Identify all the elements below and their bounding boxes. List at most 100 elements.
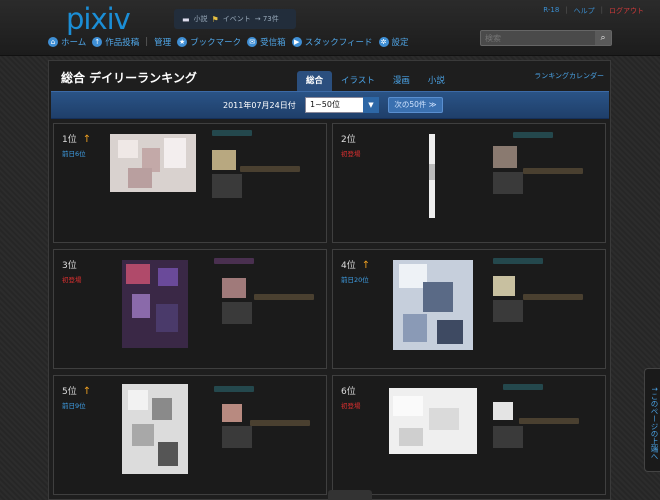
previous-rank: 前日20位 <box>341 276 369 284</box>
thumbnail-placeholder <box>212 174 242 198</box>
artwork-title[interactable] <box>214 386 254 392</box>
nav-feed[interactable]: ▶ スタックフィード <box>291 36 373 48</box>
artwork-title[interactable] <box>503 384 543 390</box>
ranking-tabs: 総合 イラスト 漫画 小説 <box>297 71 454 91</box>
user-avatar[interactable] <box>222 404 242 422</box>
nav-label: 設定 <box>391 38 409 48</box>
thumbnail-placeholder <box>493 172 523 194</box>
range-select-value: 1~50位 <box>310 100 340 109</box>
artwork-meta <box>519 418 579 424</box>
artwork-meta <box>254 294 314 300</box>
user-avatar[interactable] <box>222 278 246 298</box>
next-50-button[interactable]: 次の50件 ≫ <box>388 97 443 113</box>
up-arrow-icon: ↑ <box>82 386 92 397</box>
range-select[interactable]: 1~50位 ▼ <box>305 97 379 113</box>
tab-manga[interactable]: 漫画 <box>384 71 419 91</box>
artwork-meta <box>250 420 310 426</box>
notice-novel[interactable]: 小説 <box>194 14 208 24</box>
previous-rank: 前日6位 <box>62 150 86 158</box>
artwork-thumbnail[interactable] <box>389 388 477 454</box>
inbox-icon: ✉ <box>247 37 258 47</box>
up-arrow-icon: ↑ <box>82 134 92 145</box>
tab-novel[interactable]: 小説 <box>419 71 454 91</box>
upload-icon: ↑ <box>92 37 103 47</box>
link-help[interactable]: ヘルプ <box>574 6 595 16</box>
bottom-handle <box>328 490 372 500</box>
previous-rank: 初登場 <box>341 402 361 410</box>
notice-count: → 73件 <box>254 15 279 23</box>
thumbnail-placeholder <box>222 302 252 324</box>
artwork-thumbnail[interactable] <box>429 134 435 218</box>
rank-label: 1位 ↑ <box>62 132 91 145</box>
nav-label: 受信箱 <box>260 38 286 48</box>
nav-label: 作品投稿 <box>105 38 140 48</box>
ranking-item[interactable]: 2位 初登場 <box>332 123 606 243</box>
artwork-title[interactable] <box>212 130 252 136</box>
artwork-thumbnail[interactable] <box>110 134 196 192</box>
ranking-item[interactable]: 1位 ↑ 前日6位 <box>53 123 327 243</box>
rank-number: 3位 <box>62 261 77 271</box>
thumbnail-placeholder <box>222 426 252 448</box>
user-avatar[interactable] <box>212 150 236 170</box>
user-avatar[interactable] <box>493 146 517 168</box>
up-arrow-icon: ↑ <box>361 260 371 271</box>
previous-rank: 前日9位 <box>62 402 86 410</box>
nav-label: ホーム <box>61 38 87 48</box>
novel-icon: ▬ <box>182 14 190 24</box>
ranking-item[interactable]: 6位 初登場 <box>332 375 606 495</box>
separator: | <box>565 6 568 14</box>
pixiv-logo[interactable]: pixiv <box>66 2 131 36</box>
search-input[interactable] <box>481 31 595 45</box>
user-avatar[interactable] <box>493 402 513 420</box>
nav-upload[interactable]: ↑ 作品投稿 <box>92 36 139 48</box>
ranking-calendar-link[interactable]: ランキングカレンダー <box>534 71 604 81</box>
previous-rank: 初登場 <box>341 150 361 158</box>
user-avatar[interactable] <box>493 276 515 296</box>
rank-number: 1位 <box>62 135 77 145</box>
ranking-item[interactable]: 5位 ↑ 前日9位 <box>53 375 327 495</box>
page-title: 総合 デイリーランキング <box>61 71 197 85</box>
artwork-title[interactable] <box>493 258 543 264</box>
artwork-thumbnail[interactable] <box>122 260 188 348</box>
star-icon: ★ <box>177 37 188 47</box>
nav-settings[interactable]: ✲ 設定 <box>378 36 409 48</box>
thumbnail-placeholder <box>493 300 523 322</box>
artwork-meta <box>523 294 583 300</box>
gear-icon: ✲ <box>378 37 389 47</box>
nav-label: ブックマーク <box>190 38 242 48</box>
feed-icon: ▶ <box>291 37 302 47</box>
nav-label: 管理 <box>154 38 172 48</box>
thumbnail-placeholder <box>493 426 523 448</box>
artwork-meta <box>523 168 583 174</box>
site-header: pixiv ▬ 小説 ⚑ イベント → 73件 R-18 | ヘルプ | ログア… <box>0 0 660 56</box>
separator: | <box>600 6 603 14</box>
chevron-down-icon[interactable]: ▼ <box>363 97 379 113</box>
notice-box[interactable]: ▬ 小説 ⚑ イベント → 73件 <box>174 9 296 29</box>
rank-label: 2位 <box>341 132 362 145</box>
tab-illust[interactable]: イラスト <box>332 71 384 91</box>
ranking-item[interactable]: 3位 初登場 <box>53 249 327 369</box>
rank-label: 5位 ↑ <box>62 384 91 397</box>
tab-overall[interactable]: 総合 <box>297 71 333 91</box>
link-r18[interactable]: R-18 <box>543 6 559 16</box>
back-to-top-tab[interactable]: ↑このページの上端へ <box>644 368 660 472</box>
rank-number: 4位 <box>341 261 356 271</box>
nav-bookmark[interactable]: ★ ブックマーク <box>177 36 241 48</box>
nav-manage[interactable]: 管理 <box>154 36 171 48</box>
previous-rank: 初登場 <box>62 276 82 284</box>
nav-home[interactable]: ⌂ ホーム <box>48 36 86 48</box>
link-logout[interactable]: ログアウト <box>609 6 644 16</box>
artwork-meta <box>240 166 300 172</box>
artwork-thumbnail[interactable] <box>393 260 473 350</box>
nav-inbox[interactable]: ✉ 受信箱 <box>247 36 286 48</box>
separator: | <box>145 37 149 47</box>
artwork-title[interactable] <box>214 258 254 264</box>
ranking-item[interactable]: 4位 ↑ 前日20位 <box>332 249 606 369</box>
search-icon[interactable]: ⌕ <box>595 31 611 45</box>
rank-number: 6位 <box>341 387 356 397</box>
top-links: R-18 | ヘルプ | ログアウト <box>543 6 644 16</box>
rank-label: 4位 ↑ <box>341 258 370 271</box>
artwork-title[interactable] <box>513 132 553 138</box>
notice-event[interactable]: イベント <box>223 14 251 24</box>
artwork-thumbnail[interactable] <box>122 384 188 474</box>
